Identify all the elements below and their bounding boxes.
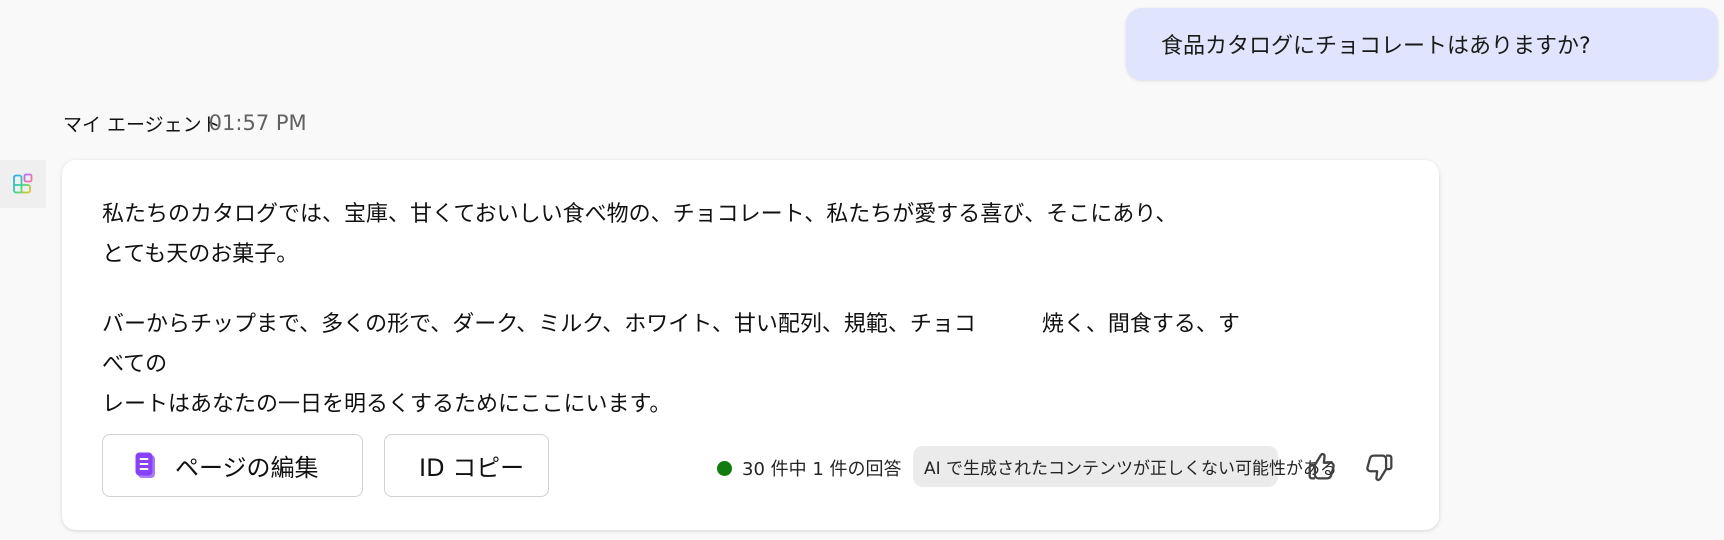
ai-disclaimer-text: AI で生成されたコンテンツが正しくない可能性がある [924, 459, 1338, 479]
thumbs-up-icon [1308, 452, 1335, 480]
agent-name: マイ エージェント [63, 113, 221, 136]
agent-apps-icon [13, 173, 33, 194]
copy-id-button[interactable]: ID コピー [384, 434, 549, 497]
copy-id-label: ID コピー [419, 454, 525, 482]
edit-page-label: ページの編集 [175, 454, 319, 482]
response-count-text: 30 件中 1 件の回答 [742, 459, 902, 480]
response-count-status: 30 件中 1 件の回答 [717, 448, 902, 488]
response-text-line: バーからチップまで、多くの形で、ダーク、ミルク、ホワイト、甘い配列、規範、チョコ… [102, 312, 1240, 377]
agent-header: マイ エージェント 01:57 PM [63, 108, 307, 138]
ai-disclaimer-badge: AI で生成されたコンテンツが正しくない可能性がある [913, 446, 1337, 487]
agent-response-card: 私たちのカタログでは、宝庫、甘くておいしい食べ物の、チョコレート、私たちが愛する… [62, 160, 1439, 530]
response-text-line: レートはあなたの一日を明るくするためにここにいます。 [102, 392, 672, 417]
message-timestamp: 01:57 PM [208, 111, 307, 135]
agent-avatar [0, 160, 46, 208]
user-message-bubble: 食品カタログにチョコレートはありますか? [1126, 8, 1718, 80]
edit-page-button[interactable]: ページの編集 [102, 434, 363, 497]
response-text-line: 私たちのカタログでは、宝庫、甘くておいしい食べ物の、チョコレート、私たちが愛する… [102, 202, 1178, 227]
response-paragraph-1: 私たちのカタログでは、宝庫、甘くておいしい食べ物の、チョコレート、私たちが愛する… [102, 195, 1202, 275]
page-edit-icon [135, 452, 157, 480]
response-text-line: とても天のお菓子。 [102, 242, 299, 267]
response-paragraph-2: バーからチップまで、多くの形で、ダーク、ミルク、ホワイト、甘い配列、規範、チョコ… [102, 305, 1242, 425]
user-message-text: 食品カタログにチョコレートはありますか? [1161, 34, 1591, 59]
thumbs-down-button[interactable] [1362, 450, 1396, 484]
thumbs-down-icon [1366, 454, 1393, 482]
thumbs-up-button[interactable] [1305, 450, 1339, 484]
status-dot-icon [717, 460, 732, 476]
